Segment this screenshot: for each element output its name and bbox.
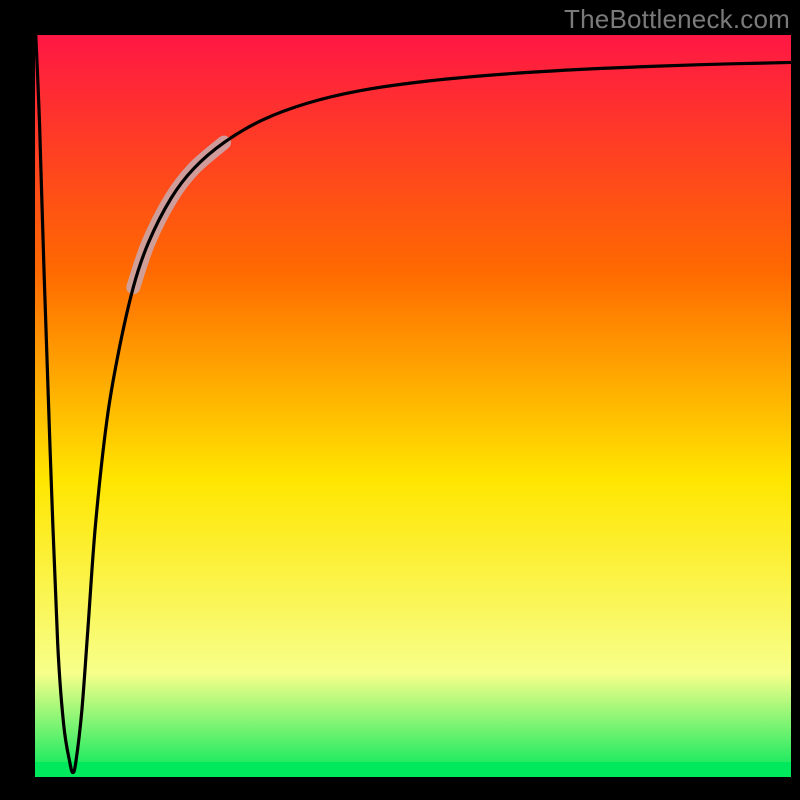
chart-frame: { "watermark": "TheBottleneck.com", "col… — [0, 0, 800, 800]
bottleneck-chart — [0, 0, 800, 800]
watermark-text: TheBottleneck.com — [564, 4, 790, 35]
gradient-background — [35, 35, 791, 777]
bottom-green-band — [35, 762, 791, 777]
